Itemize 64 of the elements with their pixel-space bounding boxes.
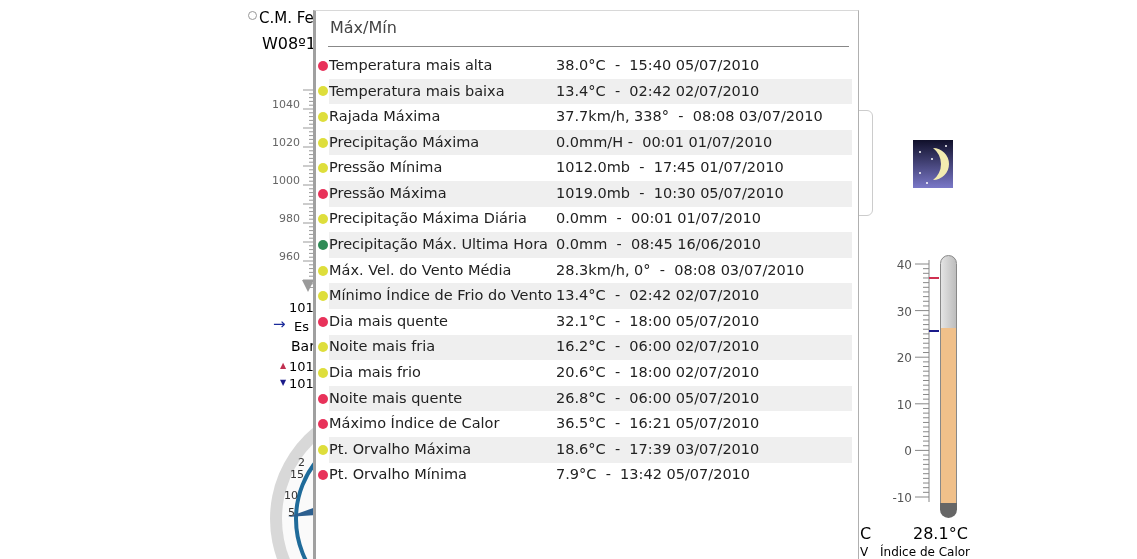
row-label: Precipitação Máxima (329, 132, 481, 152)
row-label: Precipitação Máxima Diária (329, 209, 528, 229)
row-value: 0.0mm/H - 00:01 01/07/2010 (556, 132, 773, 152)
row-label: Pt. Orvalho Máxima (329, 439, 473, 459)
text-fragment: V (860, 545, 869, 559)
row-value: 18.6°C - 17:39 03/07/2010 (556, 439, 760, 459)
row-value: 0.0mm - 08:45 16/06/2010 (556, 235, 761, 255)
row-value: 26.8°C - 06:00 05/07/2010 (556, 388, 760, 408)
heat-index-label: Índice de Calor (880, 545, 971, 559)
gauge-label: 2 (298, 455, 305, 470)
low-reading: 101 (289, 375, 314, 393)
row-value: 37.7km/h, 338° - 08:08 03/07/2010 (556, 107, 823, 127)
temperature-reading: 28.1°C (913, 523, 968, 544)
row-value: 16.2°C - 06:00 02/07/2010 (556, 337, 760, 357)
row-value: 36.5°C - 16:21 05/07/2010 (556, 414, 760, 434)
scale-label: -10 (891, 490, 912, 507)
station-name: C.M. Fe (259, 8, 314, 29)
trend-label: Es (294, 318, 309, 336)
gauge-label: 5 (288, 505, 295, 521)
row-label: Máx. Vel. do Vento Média (329, 260, 513, 280)
scale-label: 1040 (271, 97, 300, 113)
scale-label: 1000 (271, 173, 300, 189)
row-value: 32.1°C - 18:00 05/07/2010 (556, 311, 760, 331)
scale-label: 20 (895, 350, 912, 368)
scale-label: 40 (895, 257, 912, 274)
row-label: Pt. Orvalho Mínima (329, 465, 468, 485)
row-value: 28.3km/h, 0° - 08:08 03/07/2010 (556, 260, 805, 280)
row-label: Rajada Máxima (329, 107, 442, 127)
text-fragment: C (860, 523, 872, 545)
scale-label: 960 (278, 249, 300, 265)
row-label: Máximo Índice de Calor (329, 414, 501, 434)
high-reading: 101 (289, 358, 314, 376)
row-label: Pressão Mínima (329, 158, 444, 178)
scale-label: 0 (903, 443, 912, 461)
row-label: Dia mais frio (329, 363, 422, 383)
down-triangle-icon: ▼ (280, 377, 287, 389)
row-value: 1012.0mb - 17:45 01/07/2010 (556, 158, 784, 178)
row-value: 1019.0mb - 10:30 05/07/2010 (556, 183, 784, 203)
row-label: Temperatura mais baixa (329, 81, 506, 101)
row-value: 20.6°C - 18:00 02/07/2010 (556, 363, 760, 383)
up-triangle-icon: ▲ (280, 360, 287, 372)
trend-arrow: → (273, 314, 286, 335)
row-value: 0.0mm - 00:01 01/07/2010 (556, 209, 761, 229)
scale-label: 10 (895, 396, 912, 414)
row-value: 13.4°C - 02:42 02/07/2010 (556, 81, 760, 101)
row-label: Pressão Máxima (329, 183, 448, 203)
row-value: 38.0°C - 15:40 05/07/2010 (556, 55, 760, 75)
row-label: Temperatura mais alta (329, 55, 494, 75)
scale-label: 980 (278, 211, 300, 227)
barometer-label: Bar (291, 337, 315, 356)
row-label: Noite mais fria (329, 337, 437, 357)
gauge-label: 10 (284, 488, 298, 504)
row-value: 7.9°C - 13:42 05/07/2010 (556, 465, 751, 485)
station-coords: W08º1 (262, 33, 316, 55)
scale-label: 30 (895, 303, 912, 321)
pressure-reading: 101 (289, 299, 314, 317)
gauge-label: 15 (290, 467, 304, 483)
row-label: Dia mais quente (329, 311, 449, 331)
row-label: Noite mais quente (329, 388, 464, 408)
row-label: Mínimo Índice de Frio do Vento (329, 286, 554, 306)
row-label: Precipitação Máx. Ultima Hora (329, 235, 549, 255)
scale-label: 1020 (271, 135, 300, 151)
row-value: 13.4°C - 02:42 02/07/2010 (556, 286, 760, 306)
popup-title: Máx/Mín (330, 17, 398, 39)
